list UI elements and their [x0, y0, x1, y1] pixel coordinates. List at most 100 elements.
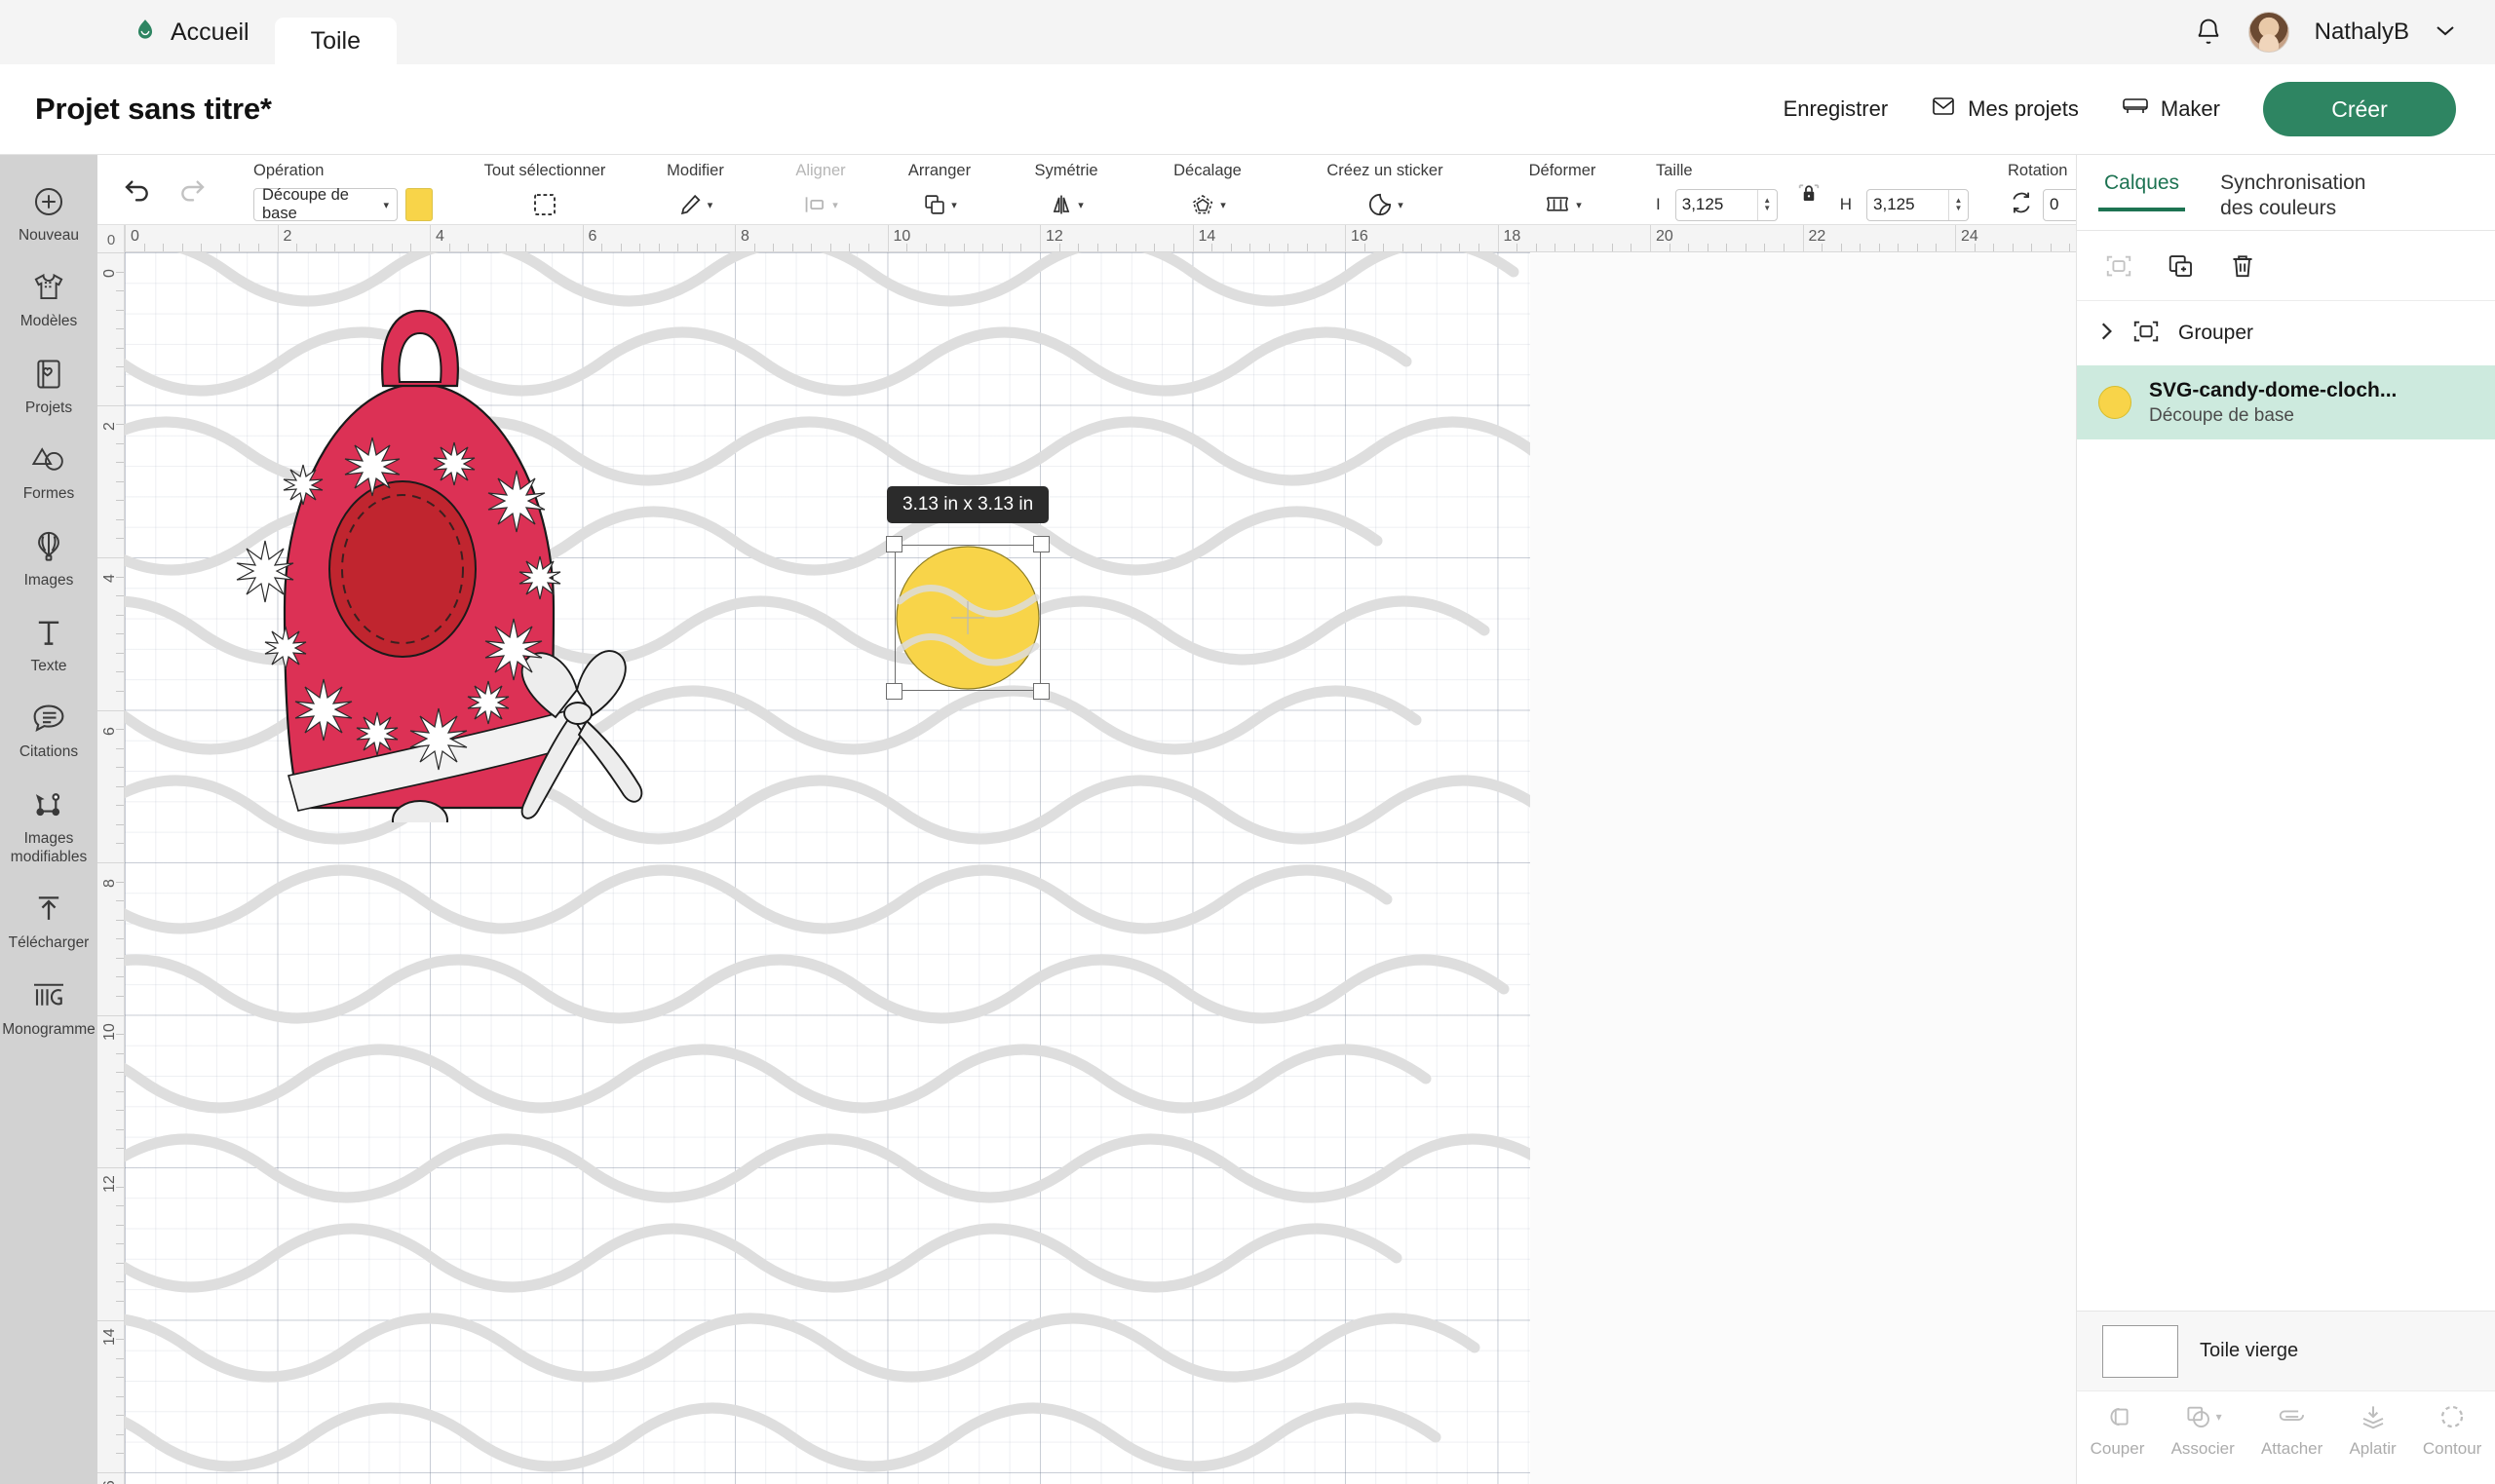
- sidebar-label: Formes: [22, 485, 75, 503]
- sidebar-item-nouveau[interactable]: Nouveau: [0, 171, 97, 256]
- ruler-minor-tick: [116, 690, 124, 692]
- sidebar-item-modeles[interactable]: Modèles: [0, 256, 97, 342]
- selection-handle-top-right[interactable]: [1033, 536, 1050, 552]
- sidebar-item-images-modifiables[interactable]: Images modifiables: [0, 774, 97, 879]
- size-height-field[interactable]: ▲▼: [1866, 188, 1970, 221]
- tab-calques[interactable]: Calques: [2098, 155, 2186, 212]
- chevron-down-icon[interactable]: [2435, 22, 2456, 42]
- warp-label: Déformer: [1528, 162, 1596, 179]
- group-select-icon[interactable]: [2104, 252, 2133, 280]
- sidebar-item-monogramme[interactable]: Monogramme: [0, 965, 97, 1050]
- color-swatch[interactable]: [405, 188, 433, 221]
- ruler-minor-tick: [867, 244, 869, 251]
- speech-bubble-icon: [31, 700, 66, 737]
- create-button[interactable]: Créer: [2263, 82, 2456, 136]
- warp-icon[interactable]: ▾: [1543, 192, 1582, 217]
- size-width-input[interactable]: [1675, 195, 1757, 214]
- select-all-icon[interactable]: [530, 191, 559, 218]
- sidebar-label: Citations: [19, 743, 79, 761]
- ruler-label: 0: [101, 269, 118, 278]
- redo-arrow-icon[interactable]: [177, 176, 209, 210]
- ruler-minor-tick: [116, 1034, 124, 1036]
- undo-redo-group: [97, 176, 230, 224]
- ruler-minor-tick: [116, 1224, 124, 1226]
- action-couper[interactable]: Couper: [2090, 1403, 2145, 1459]
- selection-handle-bottom-right[interactable]: [1033, 683, 1050, 700]
- ruler-minor-tick: [1230, 244, 1232, 251]
- sidebar-label: Monogramme: [2, 1020, 96, 1038]
- chevron-down-icon: ▾: [832, 199, 838, 211]
- lock-aspect-ratio[interactable]: [1797, 154, 1821, 224]
- selection-handle-top-left[interactable]: [886, 536, 902, 552]
- ruler-minor-tick: [116, 1339, 124, 1341]
- save-button[interactable]: Enregistrer: [1762, 83, 1910, 135]
- sidebar-item-citations[interactable]: Citations: [0, 687, 97, 773]
- size-height-input[interactable]: [1867, 195, 1949, 214]
- avatar[interactable]: [2247, 12, 2289, 53]
- size-height-stepper[interactable]: ▲ ▼: [1948, 189, 1968, 220]
- layer-group-row[interactable]: Grouper: [2077, 301, 2495, 365]
- tab-color-sync[interactable]: Synchronisation des couleurs: [2214, 155, 2399, 222]
- chevron-right-icon[interactable]: [2098, 321, 2114, 347]
- bell-artwork[interactable]: [183, 277, 661, 822]
- ruler-minor-tick: [116, 747, 124, 749]
- machine-button[interactable]: Maker: [2100, 83, 2242, 135]
- ruler-minor-tick: [116, 785, 124, 787]
- align-icon[interactable]: ▾: [803, 193, 838, 216]
- notification-bell-icon[interactable]: [2194, 18, 2223, 47]
- canvas-preset-thumbnail[interactable]: [2102, 1324, 2178, 1378]
- ruler-minor-tick: [1764, 244, 1766, 251]
- action-label: Couper: [2090, 1439, 2145, 1458]
- action-associer[interactable]: ▾ Associer: [2171, 1403, 2235, 1459]
- sidebar-label: Nouveau: [18, 227, 80, 244]
- ruler-minor-tick: [116, 328, 124, 330]
- duplicate-icon[interactable]: [2167, 252, 2196, 280]
- action-aplatir[interactable]: Aplatir: [2349, 1403, 2397, 1459]
- action-contour[interactable]: Contour: [2423, 1403, 2481, 1459]
- sidebar-item-images[interactable]: Images: [0, 515, 97, 601]
- arrange-icon[interactable]: ▾: [922, 192, 957, 217]
- ruler-label: 20: [1656, 228, 1673, 245]
- sidebar-item-texte[interactable]: Texte: [0, 601, 97, 687]
- sidebar-item-formes[interactable]: Formes: [0, 429, 97, 514]
- sidebar-item-projets[interactable]: Projets: [0, 343, 97, 429]
- ruler-minor-tick: [524, 244, 526, 251]
- canvas-mat[interactable]: 3.13 in x 3.13 in: [125, 252, 1530, 1484]
- layer-item-selected[interactable]: SVG-candy-dome-cloch... Découpe de base: [2077, 365, 2495, 439]
- sticker-icon[interactable]: ▾: [1366, 191, 1403, 218]
- ruler-minor-tick: [116, 976, 124, 978]
- save-label: Enregistrer: [1783, 96, 1889, 121]
- action-label: Contour: [2422, 1439, 2482, 1458]
- flip-mirror-icon[interactable]: ▾: [1049, 192, 1084, 217]
- selection-handle-bottom-left[interactable]: [886, 683, 902, 700]
- pencil-edit-icon[interactable]: ▾: [678, 192, 712, 217]
- canvas-preset-row[interactable]: Toile vierge: [2077, 1311, 2495, 1390]
- chevron-down-icon: ▾: [383, 199, 389, 211]
- size-width-stepper[interactable]: ▲ ▼: [1756, 189, 1777, 220]
- ruler-minor-tick: [391, 244, 393, 251]
- home-button[interactable]: Accueil: [107, 0, 275, 64]
- undo-arrow-icon[interactable]: [121, 176, 152, 210]
- action-label: Attacher: [2260, 1439, 2323, 1458]
- top-nav-left: Accueil Toile: [107, 0, 398, 64]
- my-projects-button[interactable]: Mes projets: [1909, 83, 2100, 135]
- ruler-minor-tick: [116, 309, 124, 311]
- ruler-label: 0: [131, 228, 139, 245]
- size-width-field[interactable]: ▲▼: [1674, 188, 1778, 221]
- tab-toile[interactable]: Toile: [274, 18, 398, 64]
- operation-select[interactable]: Découpe de base ▾: [253, 186, 398, 222]
- design-canvas[interactable]: 3.13 in x 3.13 in 0 2 4 6 8 10 12 14 16 …: [97, 225, 2076, 1484]
- hot-air-balloon-icon: [34, 528, 63, 565]
- action-attacher[interactable]: Attacher: [2261, 1403, 2322, 1459]
- yellow-dome-shape[interactable]: [895, 545, 1041, 691]
- sidebar-item-telecharger[interactable]: Télécharger: [0, 878, 97, 964]
- horizontal-ruler: 0 2 4 6 8 10 12 14 16 18 20 22 24: [97, 225, 2076, 252]
- trash-icon[interactable]: [2229, 252, 2256, 280]
- ruler-minor-tick: [1268, 244, 1270, 251]
- ruler-tick: [97, 404, 124, 406]
- offset-icon[interactable]: ▾: [1189, 192, 1226, 217]
- ruler-minor-tick: [116, 900, 124, 902]
- ruler-minor-tick: [1993, 244, 1995, 251]
- ruler-minor-tick: [116, 1300, 124, 1302]
- operation-value: Découpe de base: [262, 186, 349, 222]
